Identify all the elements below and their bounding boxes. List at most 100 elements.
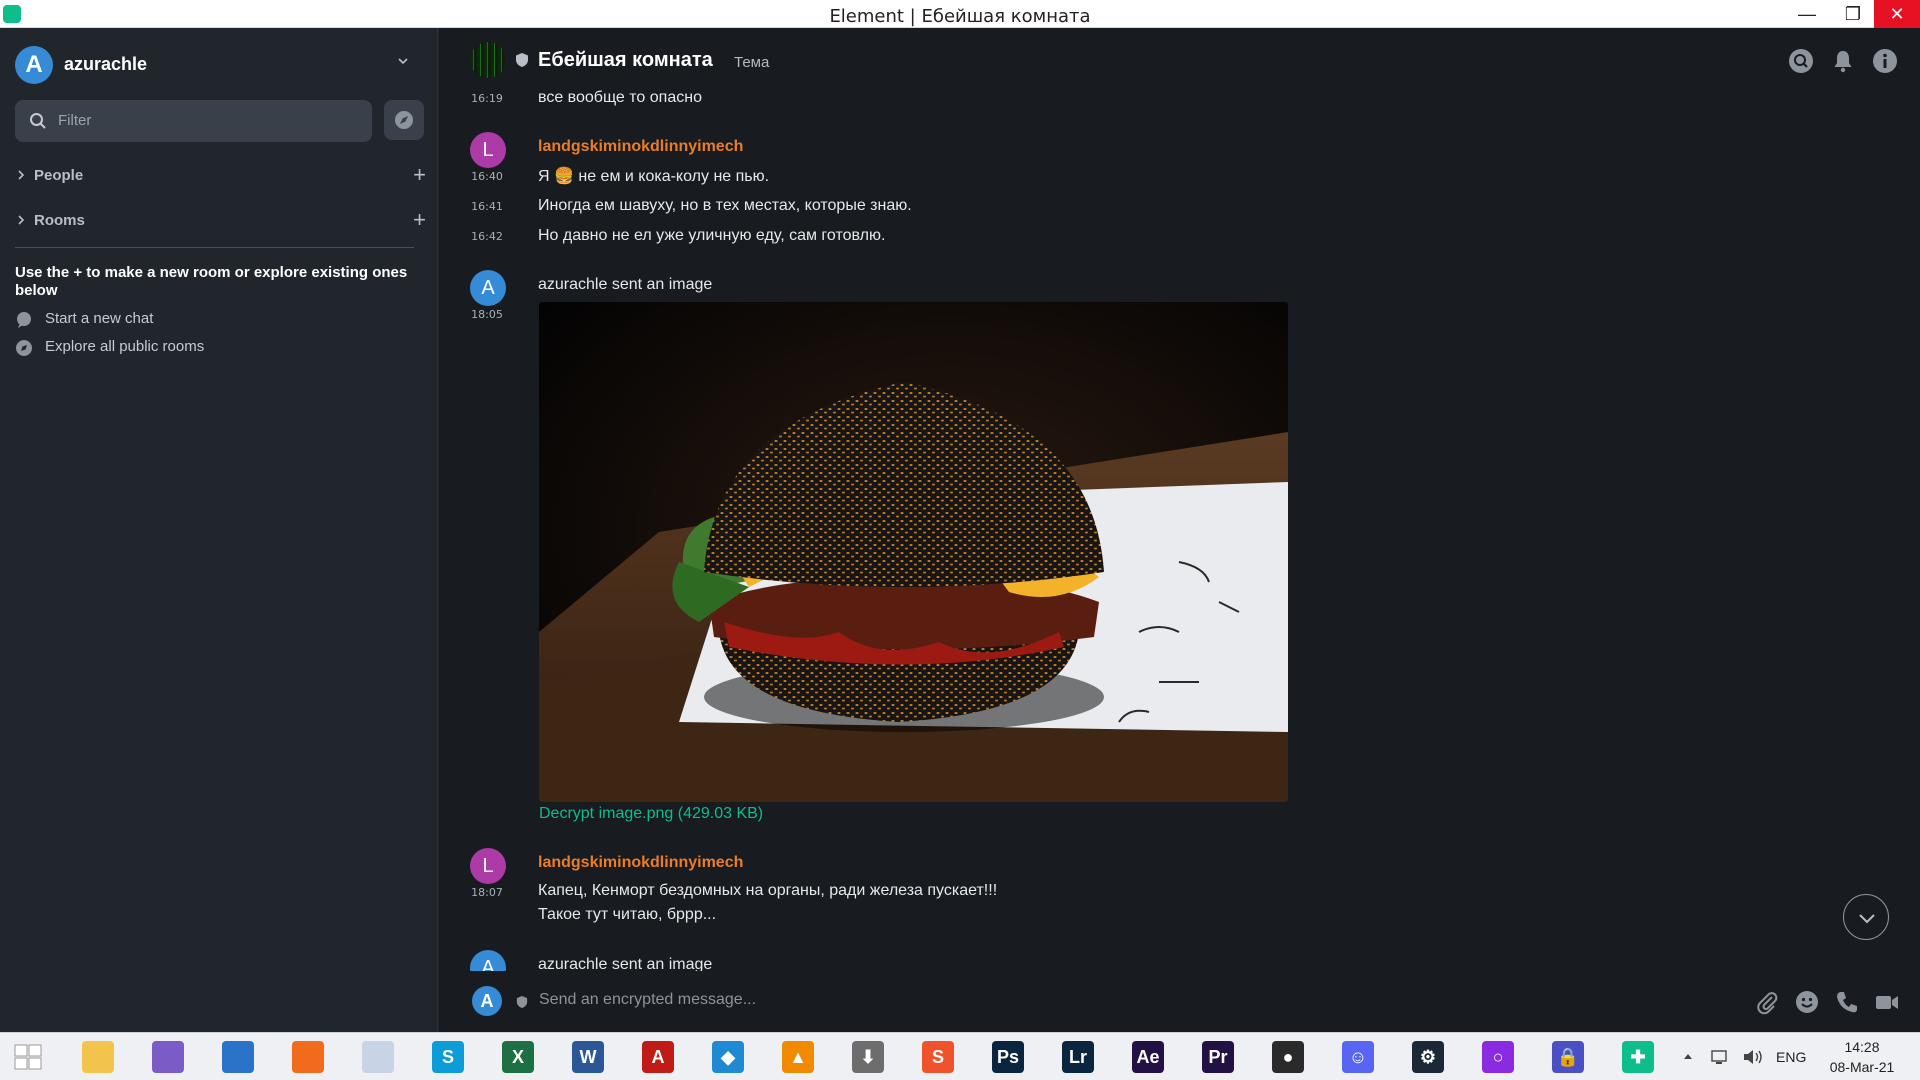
vpn-lock-taskbar-button[interactable]: 🔒 <box>1546 1037 1590 1077</box>
sender-name[interactable]: landgskiminokdlinnyimech <box>538 138 743 156</box>
sender-avatar[interactable]: L <box>470 848 506 884</box>
downloader-taskbar-button[interactable]: ⬇ <box>846 1037 890 1077</box>
video-call-icon[interactable] <box>1874 989 1900 1015</box>
discord-taskbar-button[interactable]: ☺ <box>1336 1037 1380 1077</box>
section-people[interactable]: People + <box>16 164 426 188</box>
start-button-icon <box>12 1041 44 1073</box>
clock-date[interactable]: 08-Mar-21 <box>1820 1059 1904 1075</box>
message-composer-input[interactable]: Send an encrypted message... <box>539 991 756 1009</box>
after-effects-taskbar-button[interactable]: Ae <box>1126 1037 1170 1077</box>
element-icon-glyph: ✚ <box>1630 1047 1646 1067</box>
vpn-lock-icon-glyph: 🔒 <box>1556 1047 1580 1067</box>
sender-avatar[interactable]: A <box>470 950 506 971</box>
voice-call-icon[interactable] <box>1834 989 1860 1015</box>
word-taskbar-button[interactable]: W <box>566 1037 610 1077</box>
lightroom-taskbar-button[interactable]: Lr <box>1056 1037 1100 1077</box>
emoji-icon[interactable] <box>1794 989 1820 1015</box>
add-person-button[interactable]: + <box>413 164 426 186</box>
tray-chevron-up-icon[interactable] <box>1682 1051 1694 1061</box>
message-timestamp: 18:07 <box>471 886 503 899</box>
moon-app-icon <box>362 1041 394 1073</box>
close-button[interactable]: ✕ <box>1874 0 1920 28</box>
shield-icon <box>516 996 528 1008</box>
bell-icon[interactable] <box>1830 48 1856 74</box>
browser-globe-icon <box>222 1041 254 1073</box>
user-avatar[interactable]: A <box>15 46 53 84</box>
window-titlebar: Element | Ебейшая комната — ❐ ✕ <box>0 0 1920 28</box>
sender-name[interactable]: landgskiminokdlinnyimech <box>538 854 743 872</box>
excel-taskbar-button[interactable]: X <box>496 1037 540 1077</box>
sender-avatar[interactable]: A <box>470 270 506 306</box>
premiere-taskbar-button[interactable]: Pr <box>1196 1037 1240 1077</box>
explore-public-rooms-label: Explore all public rooms <box>45 338 205 355</box>
room-avatar[interactable] <box>470 42 506 78</box>
jump-to-bottom-button[interactable] <box>1843 894 1889 940</box>
moon-app-taskbar-button[interactable] <box>356 1037 400 1077</box>
element-taskbar-button[interactable]: ✚ <box>1616 1037 1660 1077</box>
start-button-taskbar-button[interactable] <box>6 1037 50 1077</box>
message-text: все вообще то опасно <box>538 89 702 106</box>
chevron-down-icon <box>1859 914 1875 924</box>
room-name[interactable]: Ебейшая комната <box>538 49 713 72</box>
windows-taskbar: S X W A ◆ ▲ ⬇ S Ps Lr Ae Pr ● ☺ ⚙ ○ 🔒 ✚ ENG 14:28 08-Mar-… <box>0 1032 1920 1080</box>
section-rooms[interactable]: Rooms + <box>16 209 426 233</box>
image-event-sender: azurachle sent an image <box>538 956 713 971</box>
network-icon[interactable] <box>1710 1047 1730 1067</box>
file-explorer-icon <box>82 1041 114 1073</box>
burger-image[interactable] <box>539 302 1288 802</box>
message-timestamp: 16:40 <box>471 170 503 183</box>
message-text: Я 🍔 не ем и кока-колу не пью. <box>538 168 770 185</box>
vlc-taskbar-button[interactable]: ▲ <box>776 1037 820 1077</box>
torrent-client-icon <box>152 1041 184 1073</box>
smartgit-taskbar-button[interactable]: S <box>916 1037 960 1077</box>
chevron-down-icon[interactable] <box>396 54 410 68</box>
downloader-icon-glyph: ⬇ <box>860 1047 876 1067</box>
skype-taskbar-button[interactable]: S <box>426 1037 470 1077</box>
decrypt-image-link[interactable]: Decrypt image.png (429.03 KB) <box>539 805 763 823</box>
divider <box>15 247 414 248</box>
browser-globe-taskbar-button[interactable] <box>216 1037 260 1077</box>
maximize-button[interactable]: ❐ <box>1830 0 1876 28</box>
message-timestamp: 18:05 <box>471 308 503 321</box>
section-people-label: People <box>34 167 84 184</box>
cortana-ring-taskbar-button[interactable]: ○ <box>1476 1037 1520 1077</box>
composer-avatar: A <box>472 986 502 1016</box>
excel-icon-glyph: X <box>511 1047 524 1067</box>
lightroom-icon-glyph: Lr <box>1069 1047 1087 1067</box>
photoshop-taskbar-button[interactable]: Ps <box>986 1037 1030 1077</box>
window-title: Element | Ебейшая комната <box>829 6 1091 27</box>
section-rooms-label: Rooms <box>34 212 85 229</box>
message-timestamp: 16:42 <box>471 230 503 243</box>
acrobat-taskbar-button[interactable]: A <box>636 1037 680 1077</box>
vscode-taskbar-button[interactable]: ◆ <box>706 1037 750 1077</box>
explore-public-rooms-link[interactable]: Explore all public rooms <box>15 336 255 358</box>
torrent-client-taskbar-button[interactable] <box>146 1037 190 1077</box>
start-new-chat-link[interactable]: Start a new chat <box>15 308 215 330</box>
chevron-right-icon <box>18 215 25 225</box>
room-filter-input[interactable]: Filter <box>15 100 372 142</box>
user-name[interactable]: azurachle <box>64 54 147 75</box>
steam-taskbar-button[interactable]: ⚙ <box>1406 1037 1450 1077</box>
input-language[interactable]: ENG <box>1776 1049 1806 1065</box>
explore-rooms-button[interactable] <box>384 100 424 140</box>
room-info-icon[interactable] <box>1872 48 1898 74</box>
chevron-right-icon <box>18 170 25 180</box>
after-effects-icon-glyph: Ae <box>1136 1047 1160 1067</box>
photoshop-icon-glyph: Ps <box>996 1047 1020 1067</box>
cortana-ring-icon-glyph: ○ <box>1492 1047 1504 1067</box>
minimize-button[interactable]: — <box>1784 0 1830 28</box>
premiere-icon-glyph: Pr <box>1208 1047 1228 1067</box>
obs-taskbar-button[interactable]: ● <box>1266 1037 1310 1077</box>
empty-rooms-hint: Use the + to make a new room or explore … <box>15 264 408 299</box>
paperclip-icon[interactable] <box>1754 989 1780 1015</box>
search-icon[interactable] <box>1788 48 1814 74</box>
firefox-taskbar-button[interactable] <box>286 1037 330 1077</box>
clock-time[interactable]: 14:28 <box>1820 1039 1904 1055</box>
start-new-chat-label: Start a new chat <box>45 310 154 327</box>
add-room-button[interactable]: + <box>413 209 426 231</box>
room-topic[interactable]: Тема <box>734 54 769 71</box>
file-explorer-taskbar-button[interactable] <box>76 1037 120 1077</box>
shield-icon <box>516 53 528 67</box>
sender-avatar[interactable]: L <box>470 132 506 168</box>
volume-icon[interactable] <box>1742 1047 1764 1067</box>
